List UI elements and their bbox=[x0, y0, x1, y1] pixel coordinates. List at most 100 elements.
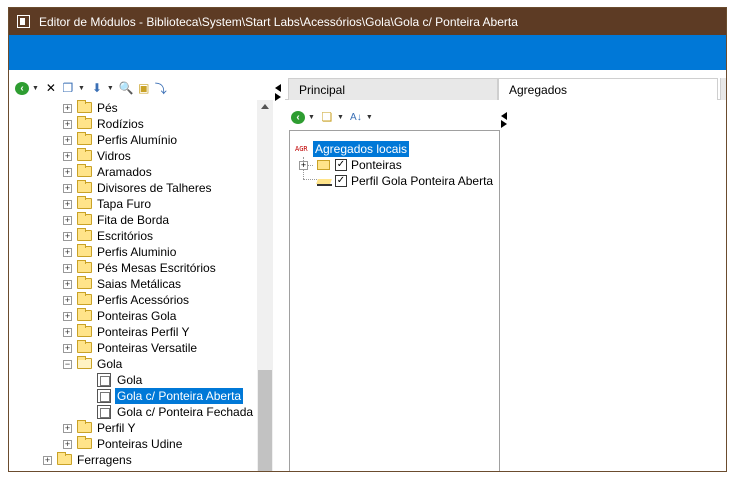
tab-agregados[interactable]: Agregados bbox=[498, 78, 718, 100]
scroll-up-icon[interactable] bbox=[261, 104, 269, 109]
tree-item[interactable]: Gola bbox=[9, 372, 257, 388]
expand-icon[interactable]: + bbox=[63, 120, 72, 129]
perfil-checkbox[interactable]: ✓ bbox=[335, 175, 347, 187]
tree-item-label: Gola bbox=[117, 373, 143, 387]
delete-icon[interactable]: ✕ bbox=[44, 80, 58, 96]
folder-icon bbox=[77, 148, 92, 161]
sort-az-icon[interactable]: A↓ bbox=[349, 109, 363, 125]
tree-item[interactable]: + Ponteiras Perfil Y bbox=[9, 324, 257, 340]
tree-item[interactable]: + Fita de Borda bbox=[9, 212, 257, 228]
collapse-left-icon[interactable] bbox=[501, 112, 507, 120]
back-icon[interactable]: ‹ bbox=[291, 110, 305, 124]
expand-icon[interactable]: + bbox=[63, 264, 72, 273]
expand-icon[interactable]: + bbox=[63, 104, 72, 113]
back-dropdown-icon[interactable]: ▼ bbox=[32, 85, 39, 92]
tree-item[interactable]: + Perfis Acessórios bbox=[9, 292, 257, 308]
tree-item[interactable]: + Escritórios bbox=[9, 228, 257, 244]
new-item-icon[interactable]: ❏ bbox=[320, 109, 334, 125]
module-icon bbox=[97, 405, 111, 419]
folder-icon bbox=[77, 100, 92, 113]
expand-icon[interactable]: + bbox=[63, 216, 72, 225]
copy-icon[interactable]: ❐ bbox=[61, 80, 75, 96]
expand-icon[interactable]: + bbox=[63, 440, 72, 449]
expand-right-icon[interactable] bbox=[275, 93, 281, 101]
expand-icon[interactable]: + bbox=[63, 168, 72, 177]
expand-icon[interactable]: + bbox=[63, 280, 72, 289]
aggregate-item[interactable]: ✓ Perfil Gola Ponteira Aberta bbox=[290, 173, 493, 189]
tree-item[interactable]: + Pés Mesas Escritórios bbox=[9, 260, 257, 276]
tab-strip: Principal Agregados bbox=[285, 78, 726, 100]
aggregates-root-label: Agregados locais bbox=[313, 141, 410, 157]
expand-icon[interactable]: + bbox=[63, 184, 72, 193]
tab-principal[interactable]: Principal bbox=[288, 78, 498, 100]
expand-icon[interactable]: + bbox=[63, 248, 72, 257]
move-dropdown-icon[interactable]: ▼ bbox=[107, 85, 114, 92]
expand-right-icon[interactable] bbox=[501, 120, 507, 128]
tree-item-label: Ponteiras Versatile bbox=[97, 341, 198, 355]
tree-item[interactable]: + Saias Metálicas bbox=[9, 276, 257, 292]
ponteiras-checkbox[interactable]: ✓ bbox=[335, 159, 347, 171]
link-icon[interactable]: ⤵ bbox=[154, 80, 168, 96]
tree-item[interactable]: Gola c/ Ponteira Fechada bbox=[9, 404, 257, 420]
tree-item-label: Escritórios bbox=[97, 229, 154, 243]
expand-icon[interactable]: + bbox=[63, 344, 72, 353]
tree-item-label: Perfis Aluminio bbox=[97, 245, 177, 259]
library-toolbar: ‹ ▼ ✕ ❐ ▼ ⬇ ▼ 🔍 ▣ ⤵ bbox=[9, 78, 273, 98]
back-dropdown-icon[interactable]: ▼ bbox=[308, 114, 315, 121]
expand-icon[interactable]: + bbox=[63, 232, 72, 241]
aggregates-splitter[interactable] bbox=[501, 106, 511, 130]
folder-refresh-icon[interactable]: ▣ bbox=[137, 80, 151, 96]
tree-item-label: Vidros bbox=[97, 149, 131, 163]
expand-icon[interactable]: + bbox=[63, 152, 72, 161]
aggregate-label: Ponteiras bbox=[351, 158, 402, 172]
tree-item[interactable]: + Tapa Furo bbox=[9, 196, 257, 212]
aggregates-root[interactable]: AGR Agregados locais bbox=[290, 141, 490, 157]
folder-icon bbox=[77, 340, 92, 353]
aggregates-tree[interactable]: AGR Agregados locais + ✓ Ponteiras ✓ Per… bbox=[289, 130, 500, 471]
tree-item[interactable]: + Ponteiras Udine bbox=[9, 436, 257, 452]
find-icon[interactable]: 🔍 bbox=[119, 80, 134, 96]
expand-icon[interactable]: + bbox=[63, 328, 72, 337]
tree-item-label: Gola bbox=[97, 357, 123, 371]
folder-icon bbox=[77, 420, 92, 433]
aggregate-item[interactable]: + ✓ Ponteiras bbox=[290, 157, 490, 173]
tree-item[interactable]: + Rodízios bbox=[9, 116, 257, 132]
folder-icon bbox=[77, 116, 92, 129]
tree-item[interactable]: + Perfis Aluminio bbox=[9, 244, 257, 260]
tree-item[interactable]: + Perfis Alumínio bbox=[9, 132, 257, 148]
tree-item[interactable]: + Ferragens bbox=[9, 452, 257, 468]
scroll-thumb[interactable] bbox=[258, 370, 272, 471]
panel-splitter[interactable] bbox=[273, 78, 285, 471]
expand-icon[interactable]: + bbox=[63, 200, 72, 209]
new-item-dropdown-icon[interactable]: ▼ bbox=[337, 114, 344, 121]
copy-dropdown-icon[interactable]: ▼ bbox=[78, 85, 85, 92]
expand-icon[interactable]: − bbox=[63, 360, 72, 369]
back-icon[interactable]: ‹ bbox=[15, 81, 29, 95]
module-icon bbox=[97, 389, 111, 403]
tree-item[interactable]: Gola c/ Ponteira Aberta bbox=[9, 388, 257, 404]
tree-item[interactable]: − Gola bbox=[9, 356, 257, 372]
title-bar[interactable]: Editor de Módulos - Biblioteca\System\St… bbox=[9, 8, 726, 35]
open-folder-icon bbox=[77, 356, 92, 369]
collapse-left-icon[interactable] bbox=[275, 84, 281, 92]
tree-item[interactable]: + Vidros bbox=[9, 148, 257, 164]
expand-icon[interactable]: + bbox=[63, 312, 72, 321]
folder-icon bbox=[77, 308, 92, 321]
ribbon-spacer bbox=[9, 70, 726, 78]
tree-item[interactable]: + Pés bbox=[9, 100, 257, 116]
tree-item[interactable]: + Aramados bbox=[9, 164, 257, 180]
sort-dropdown-icon[interactable]: ▼ bbox=[366, 114, 373, 121]
expand-icon[interactable]: + bbox=[63, 136, 72, 145]
tree-scrollbar[interactable] bbox=[257, 100, 273, 471]
tree-item[interactable]: + Perfil Y bbox=[9, 420, 257, 436]
tree-item-label: Ponteiras Perfil Y bbox=[97, 325, 190, 339]
move-down-icon[interactable]: ⬇ bbox=[90, 80, 104, 96]
tree-item[interactable]: + Divisores de Talheres bbox=[9, 180, 257, 196]
expand-icon[interactable]: + bbox=[299, 161, 308, 170]
expand-icon[interactable]: + bbox=[43, 456, 52, 465]
expand-icon[interactable]: + bbox=[63, 424, 72, 433]
tree-item[interactable]: + Ponteiras Versatile bbox=[9, 340, 257, 356]
expand-icon[interactable]: + bbox=[63, 296, 72, 305]
tree-item[interactable]: + Ponteiras Gola bbox=[9, 308, 257, 324]
library-tree[interactable]: + Pés + Rodízios + Perfis Alumínio + Vidros + Ara… bbox=[9, 100, 257, 471]
